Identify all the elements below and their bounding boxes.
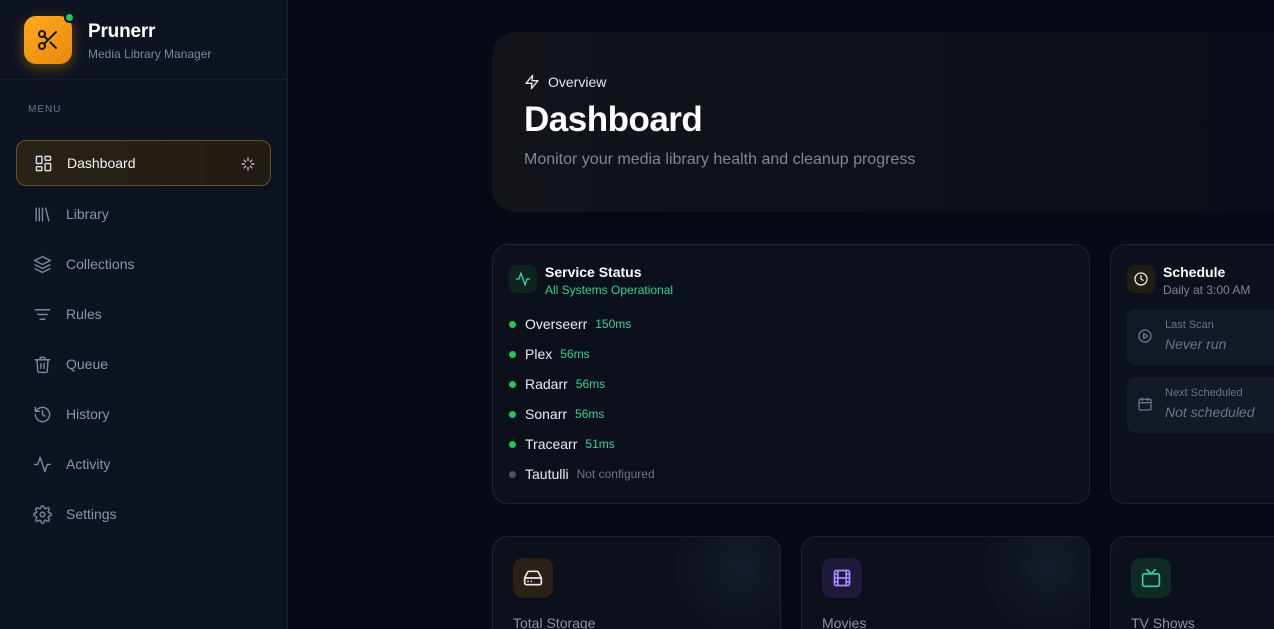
sidebar-item-label: Queue	[66, 356, 109, 372]
filter-icon	[32, 304, 52, 324]
service-status-subtitle: All Systems Operational	[545, 283, 674, 297]
sidebar-item-queue[interactable]: Queue	[16, 341, 271, 387]
sidebar-item-label: Rules	[66, 306, 102, 322]
gear-icon	[32, 504, 52, 524]
sidebar-item-label: Settings	[66, 506, 117, 522]
stat-card-total-storage[interactable]: Total Storage	[492, 536, 781, 629]
sidebar-item-label: Activity	[66, 456, 111, 472]
app-subtitle: Media Library Manager	[88, 47, 212, 61]
stat-label: TV Shows	[1131, 615, 1195, 629]
sidebar-item-library[interactable]: Library	[16, 191, 271, 237]
sidebar-item-label: History	[66, 406, 110, 422]
service-name: Overseerr	[525, 316, 588, 332]
sidebar-item-label: Collections	[66, 256, 135, 272]
status-dot	[509, 410, 516, 418]
dashboard-hero: Overview Dashboard Monitor your media li…	[492, 32, 1274, 212]
service-latency: 51ms	[585, 437, 615, 451]
clock-icon	[1127, 265, 1155, 293]
stat-label: Total Storage	[513, 615, 596, 629]
service-latency: 56ms	[575, 377, 606, 391]
service-name: Tautulli	[525, 466, 569, 482]
play-circle-icon	[1138, 329, 1152, 343]
stat-label: Movies	[822, 615, 867, 629]
film-icon	[822, 558, 862, 598]
page-subtitle: Monitor your media library health and cl…	[524, 151, 916, 168]
service-latency: 56ms	[560, 347, 590, 361]
schedule-subtitle: Daily at 3:00 AM	[1163, 283, 1251, 297]
library-icon	[32, 204, 52, 224]
app-name: Prunerr	[88, 21, 156, 42]
activity-icon	[509, 265, 537, 293]
service-row-overseerr: Overseerr 150ms	[509, 316, 631, 332]
hard-drive-icon	[513, 558, 553, 598]
overview-eyebrow: Overview	[524, 74, 606, 90]
last-scan-label: Last Scan	[1165, 319, 1214, 331]
sidebar-item-settings[interactable]: Settings	[16, 491, 271, 537]
app-logo[interactable]	[24, 16, 72, 64]
service-row-tautulli: Tautulli Not configured	[509, 466, 655, 482]
status-dot	[509, 380, 516, 388]
sidebar-item-collections[interactable]: Collections	[16, 241, 271, 287]
status-dot	[509, 350, 516, 358]
status-dot	[509, 440, 516, 448]
sidebar-item-activity[interactable]: Activity	[16, 441, 271, 487]
service-row-tracearr: Tracearr 51ms	[509, 436, 615, 452]
next-scheduled-value: Not scheduled	[1165, 404, 1255, 420]
service-row-radarr: Radarr 56ms	[509, 376, 605, 392]
layers-icon	[32, 254, 52, 274]
tv-icon	[1131, 558, 1171, 598]
trash-icon	[32, 354, 52, 374]
scissors-icon	[38, 30, 57, 50]
schedule-card: Schedule Daily at 3:00 AM Last Scan Neve…	[1110, 244, 1274, 504]
last-scan-value: Never run	[1165, 336, 1227, 352]
sidebar-item-label: Library	[66, 206, 109, 222]
sidebar-item-label: Dashboard	[67, 155, 136, 171]
service-status-title: Service Status	[545, 264, 642, 280]
history-icon	[32, 404, 52, 424]
service-name: Radarr	[525, 376, 568, 392]
dashboard-grid-icon	[33, 153, 53, 173]
sidebar-item-history[interactable]: History	[16, 391, 271, 437]
service-name: Plex	[525, 346, 553, 362]
stat-card-movies[interactable]: Movies	[801, 536, 1090, 629]
brand-header: Prunerr Media Library Manager	[0, 0, 287, 80]
last-scan-box: Last Scan Never run	[1127, 309, 1274, 365]
sidebar-item-dashboard[interactable]: Dashboard	[16, 140, 271, 186]
sidebar-item-rules[interactable]: Rules	[16, 291, 271, 337]
card-glow	[670, 537, 780, 629]
service-latency: 56ms	[575, 407, 605, 421]
service-latency: Not configured	[576, 467, 655, 481]
overview-label: Overview	[548, 74, 607, 90]
next-scheduled-box: Next Scheduled Not scheduled	[1127, 377, 1274, 433]
activity-icon	[32, 454, 52, 474]
service-name: Sonarr	[525, 406, 568, 422]
status-dot	[509, 470, 516, 478]
sparkle-icon	[241, 157, 255, 171]
card-glow	[979, 537, 1089, 629]
sidebar: Prunerr Media Library Manager MENU Dashb…	[0, 0, 288, 629]
schedule-title: Schedule	[1163, 264, 1226, 280]
service-row-sonarr: Sonarr 56ms	[509, 406, 604, 422]
menu-section-label: MENU	[28, 104, 62, 115]
status-dot	[509, 320, 516, 328]
stat-card-tv-shows[interactable]: TV Shows	[1110, 536, 1274, 629]
service-row-plex: Plex 56ms	[509, 346, 590, 362]
lightning-icon	[525, 74, 539, 90]
online-status-dot	[64, 12, 75, 23]
calendar-icon	[1138, 397, 1152, 411]
service-status-card: Service Status All Systems Operational O…	[492, 244, 1090, 504]
next-scheduled-label: Next Scheduled	[1165, 387, 1243, 399]
page-title: Dashboard	[524, 100, 703, 139]
service-latency: 150ms	[595, 317, 632, 331]
service-name: Tracearr	[525, 436, 578, 452]
